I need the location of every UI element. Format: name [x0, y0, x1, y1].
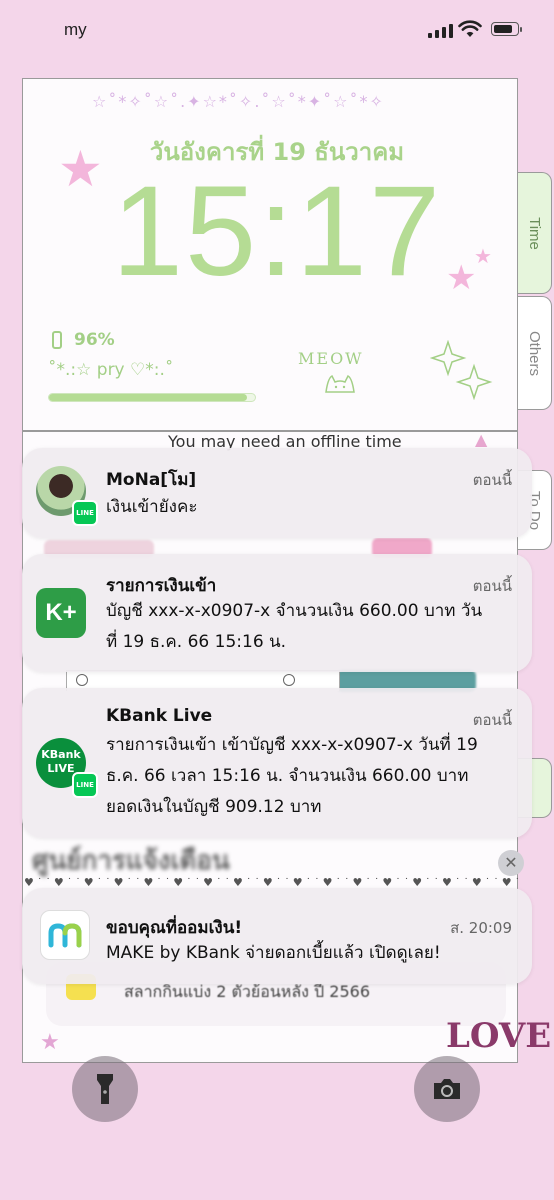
notification-title: ขอบคุณที่ออมเงิน! [106, 918, 243, 938]
love-sticker: LOVE [446, 1016, 552, 1056]
triangle-icon: ▲ [475, 430, 488, 449]
sparkle-decoration: ☆˚*✧˚☆˚.✦☆*˚✧.˚☆˚*✦˚☆˚*✧ [92, 92, 385, 111]
star-icon: ★ [40, 1030, 60, 1055]
notification-body: รายการเงินเข้า เข้าบัญชี xxx-x-x0907-x ว… [106, 735, 478, 817]
notification-time: ตอนนี้ [472, 711, 512, 729]
flashlight-icon [97, 1074, 113, 1104]
notification-title: KBank Live [106, 706, 213, 726]
notification-center-header: ศูนย์การแจ้งเตือน [32, 846, 230, 876]
carrier-label: my [64, 20, 87, 39]
clear-notifications-button[interactable]: ✕ [498, 850, 524, 876]
line-badge-icon: LINE [72, 500, 98, 526]
notification-mona[interactable]: LINE MoNa[โม] ตอนนี้ เงินเข้ายังคะ [22, 448, 532, 538]
notification-body: บัญชี xxx-x-x0907-x จำนวนเงิน 660.00 บาท… [106, 601, 483, 652]
cellular-signal-icon [428, 24, 453, 38]
notification-title: MoNa[โม] [106, 470, 197, 490]
camera-icon [434, 1079, 460, 1099]
radio-icon [283, 674, 295, 686]
battery-widget: 96% [52, 330, 115, 350]
notification-time: ส. 20:09 [450, 919, 512, 937]
battery-outline-icon [52, 331, 62, 349]
camera-button[interactable] [414, 1056, 480, 1122]
radio-icon [76, 674, 88, 686]
kplus-icon: K+ [36, 588, 86, 638]
widget-caption: ˚*.:☆ pry ♡*:.˚ [48, 360, 174, 380]
wifi-icon [458, 20, 482, 37]
tab-others: Others [518, 296, 552, 410]
notification-time: ตอนนี้ [472, 471, 512, 489]
notification-title: รายการเงินเข้า [106, 576, 217, 596]
flashlight-button[interactable] [72, 1056, 138, 1122]
meow-doodle: MEOW [298, 349, 364, 368]
lockscreen-clock: 15:17 [111, 160, 443, 303]
notification-kbank-live[interactable]: KBank LIVE LINE KBank Live ตอนนี้ รายการเ… [22, 688, 532, 838]
notification-kplus[interactable]: K+ รายการเงินเข้า ตอนนี้ บัญชี xxx-x-x09… [22, 554, 532, 672]
battery-icon [491, 22, 522, 36]
notification-body: เงินเข้ายังคะ [106, 497, 198, 517]
sparkle-doodle-icon [430, 340, 493, 400]
cat-doodle-icon [325, 374, 355, 393]
notification-body: MAKE by KBank จ่ายดอกเบี้ยแล้ว เปิดดูเลย… [106, 943, 441, 963]
battery-progress-bar [48, 393, 256, 402]
make-icon [40, 910, 90, 960]
line-badge-icon: LINE [72, 772, 98, 798]
battery-percentage: 96% [74, 330, 115, 350]
notification-make[interactable]: ขอบคุณที่ออมเงิน! ส. 20:09 MAKE by KBank… [22, 888, 532, 984]
notification-time: ตอนนี้ [472, 577, 512, 595]
